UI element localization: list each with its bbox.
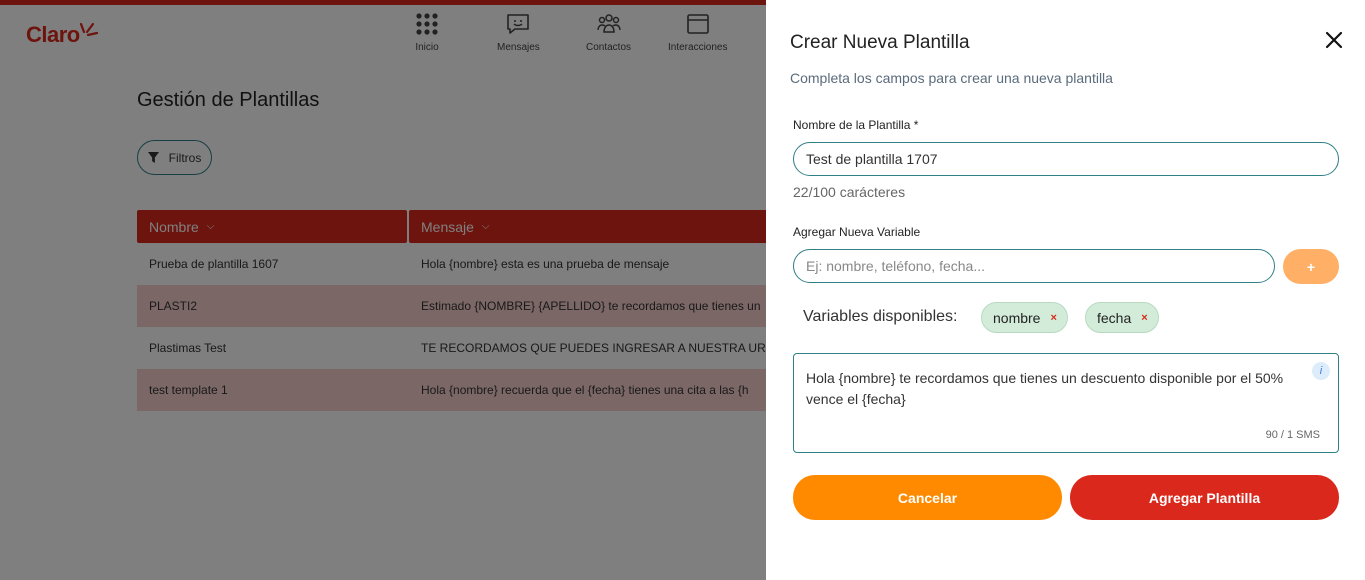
add-variable-button[interactable]: +: [1283, 249, 1339, 284]
template-name-label: Nombre de la Plantilla *: [793, 118, 919, 132]
close-icon[interactable]: [1322, 28, 1346, 52]
message-line: Hola {nombre} te recordamos que tienes u…: [806, 370, 1284, 386]
message-textarea[interactable]: Hola {nombre} te recordamos que tienes u…: [793, 353, 1339, 453]
name-char-counter: 22/100 carácteres: [793, 184, 906, 200]
message-line: vence el {fecha}: [806, 391, 906, 407]
chip-label: nombre: [993, 309, 1041, 326]
remove-chip-icon[interactable]: ×: [1141, 312, 1147, 324]
variables-available-label: Variables disponibles:: [803, 308, 958, 325]
drawer-title: Crear Nueva Plantilla: [790, 32, 970, 53]
variable-chip-nombre: nombre ×: [981, 302, 1068, 333]
remove-chip-icon[interactable]: ×: [1050, 312, 1056, 324]
add-template-button[interactable]: Agregar Plantilla: [1070, 475, 1339, 520]
new-variable-input[interactable]: [793, 249, 1275, 283]
variable-chip-fecha: fecha ×: [1085, 302, 1159, 333]
drawer-subtitle: Completa los campos para crear una nueva…: [790, 70, 1113, 86]
sms-counter: 90 / 1 SMS: [1265, 429, 1320, 441]
create-template-drawer: Crear Nueva Plantilla Completa los campo…: [766, 0, 1365, 580]
template-name-input[interactable]: [793, 142, 1339, 176]
chip-label: fecha: [1097, 309, 1132, 326]
new-variable-label: Agregar Nueva Variable: [793, 225, 921, 239]
info-icon[interactable]: i: [1312, 362, 1330, 380]
cancel-button[interactable]: Cancelar: [793, 475, 1062, 520]
